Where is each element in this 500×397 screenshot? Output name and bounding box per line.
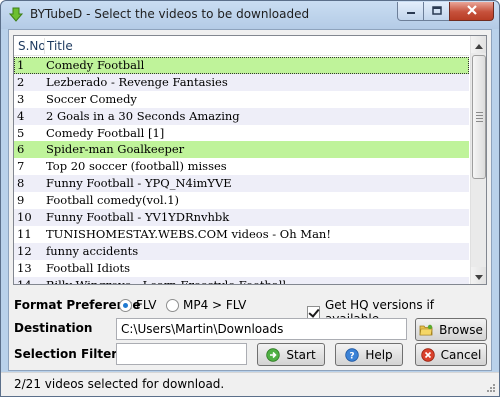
help-button-label: Help: [365, 347, 393, 362]
svg-text:?: ?: [350, 351, 355, 361]
hq-checkbox-box[interactable]: [307, 305, 320, 319]
list-item[interactable]: 14 Billy Wingrove - Learn Freestyle Footb…: [14, 276, 469, 285]
list-item-title: Football comedy(vol.1): [46, 193, 180, 208]
list-item[interactable]: 9 Football comedy(vol.1): [14, 192, 469, 209]
list-item[interactable]: 13 Football Idiots: [14, 260, 469, 277]
minimize-button[interactable]: [397, 2, 424, 21]
destination-label: Destination: [14, 321, 93, 335]
list-item-number: 14: [17, 277, 32, 285]
vertical-scrollbar[interactable]: [470, 36, 486, 284]
list-item[interactable]: 5 Comedy Football [1]: [14, 125, 469, 142]
list-item-title: Lezberado - Revenge Fantasies: [46, 74, 228, 89]
browse-button-label: Browse: [439, 322, 483, 337]
radio-flv-button[interactable]: [119, 298, 132, 312]
scroll-thumb[interactable]: [472, 55, 486, 179]
list-item-number: 11: [17, 226, 32, 241]
list-item-title: Comedy Football: [46, 58, 145, 72]
maximize-button[interactable]: [423, 2, 450, 21]
list-item-number: 2: [17, 74, 25, 89]
start-arrow-icon: [266, 347, 281, 362]
list-item-title: Spider-man Goalkeeper: [46, 142, 185, 157]
list-item-title: Soccer Comedy: [46, 91, 137, 106]
list-item[interactable]: 1 Comedy Football: [14, 57, 469, 74]
cancel-x-icon: [420, 347, 435, 362]
list-item-number: 5: [17, 125, 25, 140]
cancel-button[interactable]: Cancel: [415, 343, 487, 366]
list-item-number: 8: [17, 176, 25, 191]
list-item[interactable]: 6 Spider-man Goalkeeper: [14, 141, 469, 159]
list-item-number: 6: [17, 142, 25, 157]
list-item-number: 7: [17, 159, 25, 174]
scroll-up-button[interactable]: [471, 36, 486, 53]
radio-mp4-label[interactable]: MP4 > FLV: [183, 298, 246, 312]
maximize-icon: [431, 4, 442, 18]
folder-icon: [419, 323, 433, 337]
list-item[interactable]: 4 2 Goals in a 30 Seconds Amazing: [14, 107, 469, 125]
app-window: BYTubeD - Select the videos to be downlo…: [0, 0, 500, 397]
arrow-up-icon: [475, 38, 483, 52]
list-item-number: 13: [17, 260, 32, 275]
window-title: BYTubeD - Select the videos to be downlo…: [30, 7, 310, 21]
column-divider[interactable]: [44, 38, 45, 54]
column-header-title[interactable]: Title: [47, 39, 73, 53]
list-item-title: Comedy Football [1]: [46, 125, 165, 140]
start-button[interactable]: Start: [257, 343, 325, 366]
selection-filter-label: Selection Filter: [14, 347, 118, 361]
status-bar: 2/21 videos selected for download.: [1, 372, 499, 396]
close-button[interactable]: [449, 2, 494, 21]
list-header: S.No Title: [14, 36, 469, 56]
scroll-down-button[interactable]: [471, 267, 486, 284]
list-item[interactable]: 3 Soccer Comedy: [14, 91, 469, 108]
radio-flv[interactable]: FLV: [119, 298, 156, 312]
list-item-title: Funny Football - YPQ_N4imYVE: [46, 176, 232, 191]
list-item-title: Top 20 soccer (football) misses: [46, 159, 227, 174]
help-button[interactable]: ? Help: [335, 343, 403, 366]
minimize-icon: [406, 4, 416, 18]
list-item-title: Funny Football - YV1YDRnvhbk: [46, 210, 230, 225]
list-item-number: 4: [17, 108, 25, 123]
list-item-title: TUNISHOMESTAY.WEBS.COM videos - Oh Man!: [46, 226, 331, 241]
help-question-icon: ?: [345, 347, 360, 362]
list-item[interactable]: 2 Lezberado - Revenge Fantasies: [14, 73, 469, 91]
radio-flv-label[interactable]: FLV: [136, 298, 156, 312]
status-text: 2/21 videos selected for download.: [14, 377, 225, 391]
cancel-button-label: Cancel: [440, 347, 482, 362]
start-button-label: Start: [286, 347, 316, 362]
radio-mp4-button[interactable]: [166, 298, 179, 312]
video-list[interactable]: S.No Title 1 Comedy Football 2 Lezberado - …: [13, 35, 487, 285]
radio-mp4[interactable]: MP4 > FLV: [166, 298, 246, 312]
app-download-arrow-icon: [8, 7, 24, 23]
column-header-sno[interactable]: S.No: [18, 39, 46, 53]
selection-filter-input[interactable]: [116, 343, 247, 365]
list-item[interactable]: 12 funny accidents: [14, 242, 469, 260]
destination-input[interactable]: C:\Users\Martin\Downloads: [116, 318, 407, 340]
list-item[interactable]: 8 Funny Football - YPQ_N4imYVE: [14, 175, 469, 193]
list-item-title: Billy Wingrove - Learn Freestyle Footbal…: [46, 277, 287, 285]
list-item-title: 2 Goals in a 30 Seconds Amazing: [46, 108, 240, 123]
list-item-number: 12: [17, 243, 32, 258]
list-rows: 1 Comedy Football 2 Lezberado - Revenge Fan…: [14, 57, 469, 285]
browse-button[interactable]: Browse: [415, 318, 487, 341]
scroll-grip: [476, 112, 483, 124]
arrow-down-icon: [475, 269, 483, 283]
list-item[interactable]: 11 TUNISHOMESTAY.WEBS.COM videos - Oh Man…: [14, 226, 469, 243]
list-item-number: 3: [17, 91, 25, 106]
list-item[interactable]: 10 Funny Football - YV1YDRnvhbk: [14, 209, 469, 226]
list-item[interactable]: 7 Top 20 soccer (football) misses: [14, 158, 469, 175]
list-item-number: 10: [17, 210, 32, 225]
list-item-number: 1: [17, 58, 25, 72]
list-item-number: 9: [17, 193, 25, 208]
list-item-title: Football Idiots: [46, 260, 131, 275]
title-bar[interactable]: BYTubeD - Select the videos to be downlo…: [1, 1, 499, 29]
list-item-title: funny accidents: [46, 243, 139, 258]
dialog-client-area: S.No Title 1 Comedy Football 2 Lezberado - …: [8, 29, 492, 371]
close-icon: [466, 4, 478, 18]
resize-grip-icon[interactable]: [485, 382, 496, 393]
